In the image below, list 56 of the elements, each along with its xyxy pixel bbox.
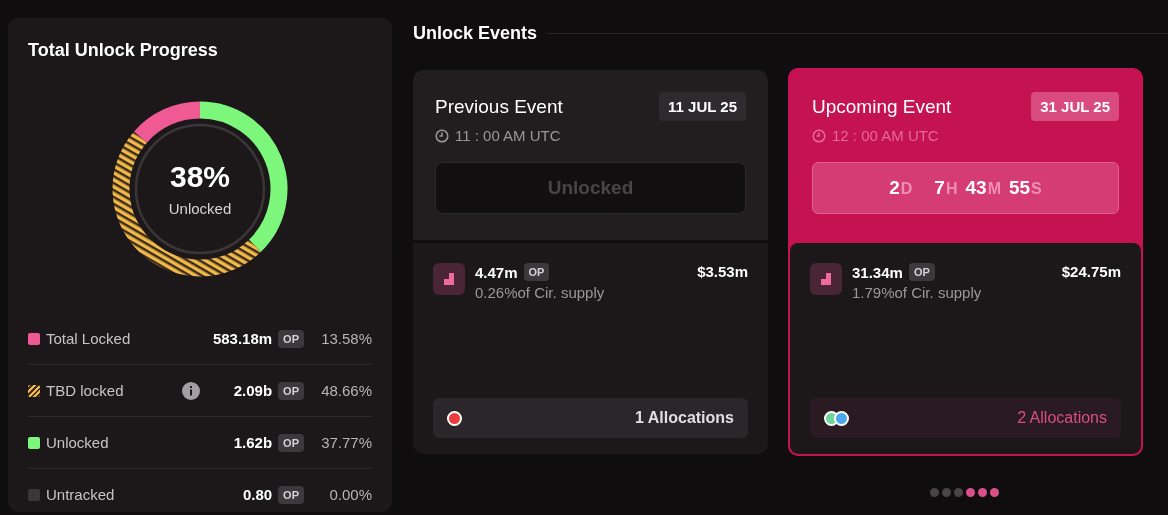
unlock-value: $24.75m [1061, 263, 1121, 280]
event-date: 11 JUL 25 [659, 92, 746, 121]
countdown-value: 55 [1008, 177, 1031, 198]
legend-label: Unlocked [46, 434, 110, 451]
token-tag: OP [278, 329, 304, 348]
unlock-amount: 31.34m [852, 263, 903, 281]
supply-share: 0.26%of Cir. supply [475, 284, 605, 301]
token-icon [433, 263, 465, 295]
countdown-value: 43 [965, 177, 987, 198]
legend-label: Total Locked [46, 330, 132, 347]
unlocked-status-button: Unlocked [435, 162, 746, 214]
legend-percent: 48.66% [320, 382, 372, 399]
allocations-button[interactable]: 1 Allocations [433, 398, 748, 438]
pager-dot[interactable] [978, 488, 987, 497]
legend-percent: 0.00% [328, 486, 372, 503]
legend-label: TBD locked [46, 382, 125, 399]
event-time: 11 : 00 AM UTC [455, 127, 561, 144]
token-tag: OP [523, 263, 550, 281]
token-tag: OP [278, 433, 304, 452]
supply-share: 1.79%of Cir. supply [852, 284, 982, 301]
countdown-unit: H [945, 180, 958, 197]
event-date: 31 JUL 25 [1031, 92, 1119, 121]
unlock-value: $3.53m [697, 263, 748, 280]
countdown-unit: M [987, 180, 1001, 197]
clock-icon [435, 128, 449, 143]
pager-dot[interactable] [990, 488, 999, 497]
unlock-amount: 4.47m [475, 263, 518, 281]
countdown-unit: D [900, 180, 913, 197]
token-tag: OP [278, 381, 304, 400]
countdown-value: 2 [889, 177, 900, 198]
section-title: Unlock Events [413, 22, 538, 44]
token-icon [810, 263, 842, 295]
allocations-button[interactable]: 2 Allocations [810, 398, 1121, 438]
countdown-value: 7 [934, 177, 945, 198]
legend-amount: 583.18m [212, 330, 273, 347]
token-tag: OP [278, 485, 304, 504]
clock-icon [812, 128, 826, 143]
legend-amount: 2.09b [233, 382, 273, 399]
card-title: Total Unlock Progress [28, 40, 219, 61]
unlocked-label: Unlocked [168, 199, 232, 217]
token-tag: OP [908, 263, 935, 281]
unlocked-percent: 38% [169, 159, 230, 194]
legend-amount: 0.80 [242, 486, 273, 503]
legend-percent: 13.58% [320, 330, 372, 347]
legend-label: Untracked [46, 486, 116, 503]
pager-dot[interactable] [954, 488, 963, 497]
info-icon[interactable] [181, 381, 200, 400]
pager-dot[interactable] [966, 488, 975, 497]
event-title: Upcoming Event [812, 95, 952, 118]
countdown-unit: S [1031, 180, 1042, 197]
event-time: 12 : 00 AM UTC [832, 127, 939, 144]
event-title: Previous Event [435, 95, 563, 118]
pager-dot[interactable] [930, 488, 939, 497]
legend-amount: 1.62b [233, 434, 273, 451]
legend-percent: 37.77% [320, 434, 372, 451]
pager-dot[interactable] [942, 488, 951, 497]
